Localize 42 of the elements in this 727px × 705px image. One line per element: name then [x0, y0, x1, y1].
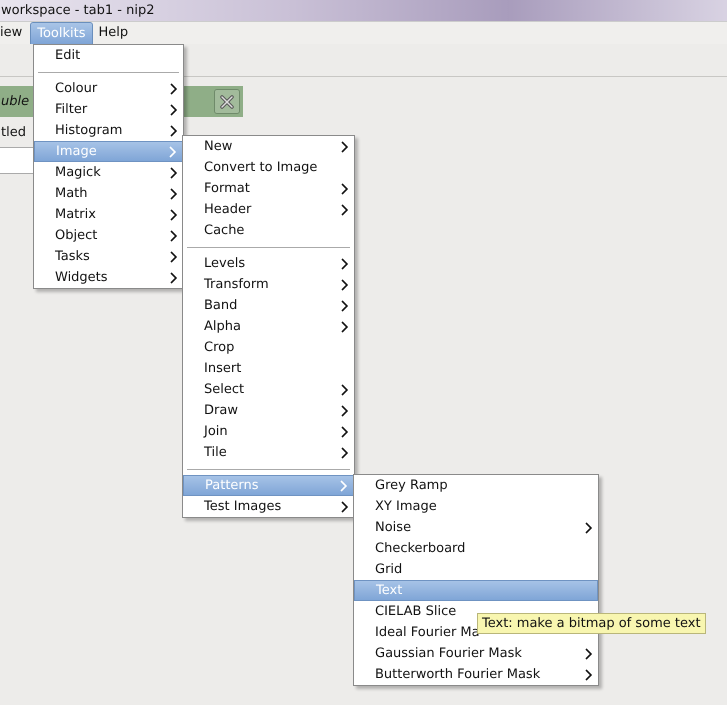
menu-item[interactable]: Widgets — [34, 267, 183, 288]
menu-item[interactable]: Cache — [183, 220, 354, 241]
menu-item[interactable]: Grid — [354, 559, 598, 580]
menu-item[interactable]: Edit — [34, 45, 183, 66]
menu-item[interactable]: Histogram — [34, 120, 183, 141]
menu-item[interactable]: New — [183, 136, 354, 157]
menu-item[interactable]: Crop — [183, 337, 354, 358]
menu-item[interactable]: Noise — [354, 517, 598, 538]
menu-item[interactable]: Tasks — [34, 246, 183, 267]
menu-item[interactable]: Transform — [183, 274, 354, 295]
menu-item[interactable]: Alpha — [183, 316, 354, 337]
menu-item[interactable]: Magick — [34, 162, 183, 183]
input-field[interactable] — [0, 147, 34, 174]
tooltip: Text: make a bitmap of some text — [477, 613, 706, 634]
menu-item[interactable]: Butterworth Fourier Mask — [354, 664, 598, 685]
menu-item[interactable]: Levels — [183, 253, 354, 274]
menu-item[interactable]: Band — [183, 295, 354, 316]
menu-item[interactable]: Insert — [183, 358, 354, 379]
menu-item[interactable]: Filter — [34, 99, 183, 120]
menu-item[interactable]: XY Image — [354, 496, 598, 517]
panel-title: uble — [1, 94, 30, 109]
close-button[interactable] — [214, 89, 240, 114]
menu-item[interactable]: iew — [0, 22, 28, 44]
menu-item[interactable]: Format — [183, 178, 354, 199]
close-icon — [219, 94, 235, 110]
menu-item[interactable]: Colour — [34, 78, 183, 99]
menu-item[interactable]: Test Images — [183, 496, 354, 517]
menu-item[interactable]: Gaussian Fourier Mask — [354, 643, 598, 664]
row-label: tled — [1, 124, 26, 140]
menu-item[interactable]: Tile — [183, 442, 354, 463]
menu-item[interactable]: Matrix — [34, 204, 183, 225]
menu-item[interactable]: Draw — [183, 400, 354, 421]
menu-item[interactable]: Help — [92, 22, 134, 44]
menu-item[interactable]: Join — [183, 421, 354, 442]
menu-item[interactable]: Math — [34, 183, 183, 204]
menu-item[interactable]: Checkerboard — [354, 538, 598, 559]
menu-item[interactable]: Convert to Image — [183, 157, 354, 178]
menu-item[interactable]: Select — [183, 379, 354, 400]
menu-item[interactable]: Grey Ramp — [354, 475, 598, 496]
menu-item[interactable]: Object — [34, 225, 183, 246]
window-title: workspace - tab1 - nip2 — [1, 3, 154, 18]
menu-item[interactable]: Header — [183, 199, 354, 220]
